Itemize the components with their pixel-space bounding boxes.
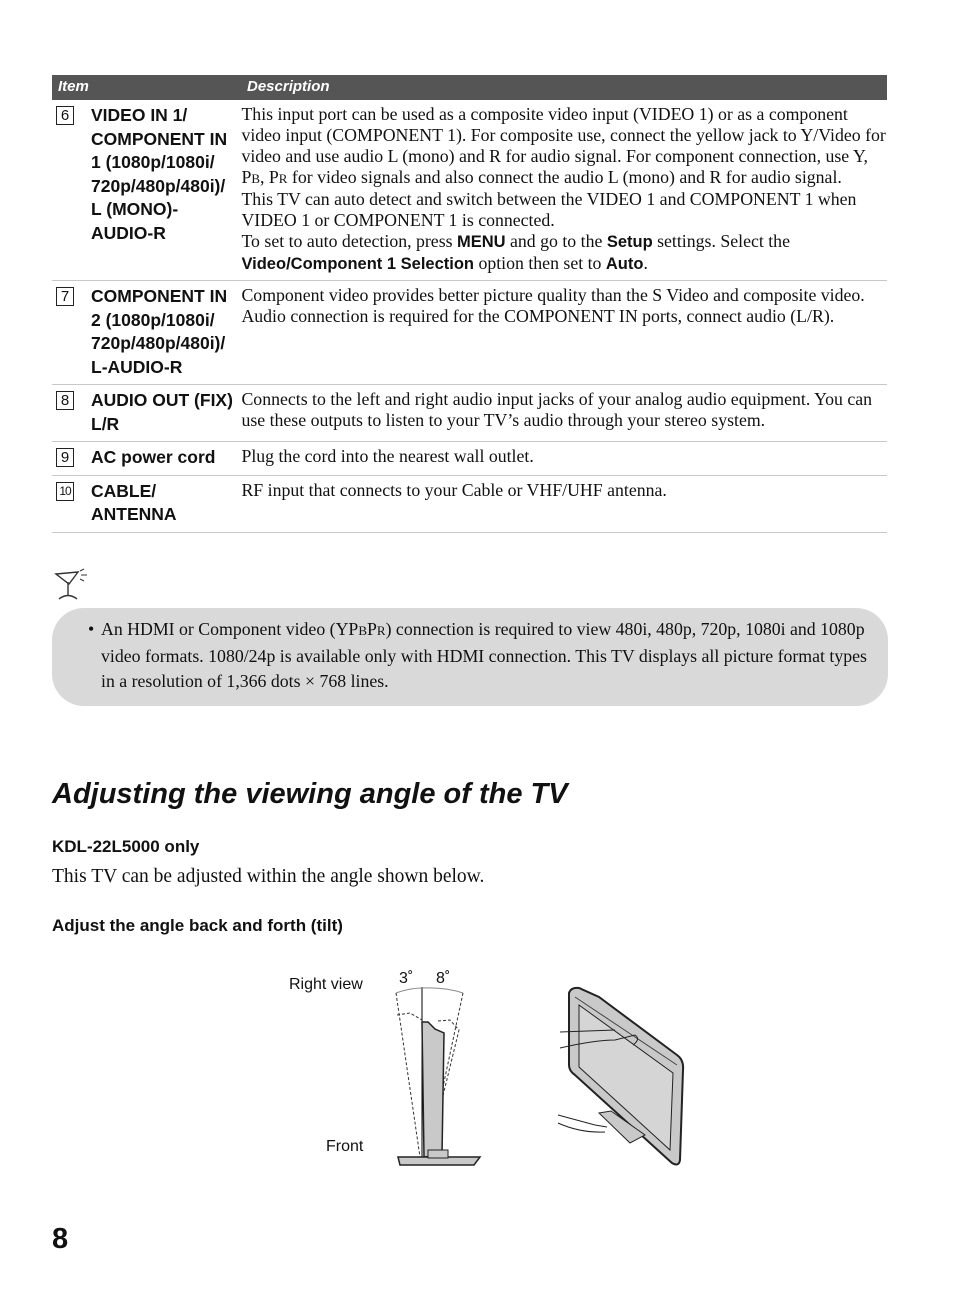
item-name: AC power cord bbox=[91, 447, 216, 467]
description-paragraph: Component video provides better picture … bbox=[241, 285, 887, 306]
item-number: 10 bbox=[56, 481, 74, 501]
item-description: Plug the cord into the nearest wall outl… bbox=[241, 445, 887, 470]
header-item: Item bbox=[58, 78, 89, 95]
item-number: 7 bbox=[56, 287, 74, 306]
item-name: VIDEO IN 1/ COMPONENT IN 1 (1080p/1080i/… bbox=[91, 105, 228, 243]
text-segment: Audio connection is required for the COM… bbox=[241, 306, 835, 326]
subheading: Adjust the angle back and forth (tilt) bbox=[52, 916, 343, 935]
table-row: 8 AUDIO OUT (FIX) L/R Connects to the left… bbox=[52, 385, 887, 442]
right-view-label: Right view bbox=[289, 976, 363, 993]
ui-term: Video/Component 1 Selection bbox=[241, 255, 475, 273]
connections-table: Item Description 6 VIDEO IN 1/ COMPONENT … bbox=[52, 75, 887, 533]
header-description: Description bbox=[247, 78, 330, 95]
description-paragraph: Plug the cord into the nearest wall outl… bbox=[241, 446, 887, 467]
ui-term: Setup bbox=[606, 233, 653, 251]
text-segment: settings. Select the bbox=[652, 231, 790, 251]
text-segment: This TV can auto detect and switch betwe… bbox=[241, 189, 857, 230]
text-segment: An HDMI or Component video (YP bbox=[101, 619, 359, 639]
text-segment: , P bbox=[260, 167, 279, 187]
item-name: COMPONENT IN 2 (1080p/1080i/ 720p/480p/4… bbox=[91, 286, 228, 377]
subscript-letter: B bbox=[358, 623, 367, 638]
tv-tilt-illustration bbox=[557, 986, 685, 1166]
table-row: 10 CABLE/ ANTENNA RF input that connects t… bbox=[52, 476, 887, 533]
tip-text: An HDMI or Component video (YPBPR) conne… bbox=[101, 617, 868, 695]
table-header: Item Description bbox=[52, 75, 887, 100]
item-description: Component video provides better picture … bbox=[241, 284, 887, 379]
ui-term: Auto bbox=[605, 255, 644, 273]
description-paragraph: This input port can be used as a composi… bbox=[241, 104, 887, 189]
text-segment: To set to auto detection, press bbox=[241, 231, 457, 251]
text-segment: Component video provides better picture … bbox=[241, 285, 865, 305]
table-row: 7 COMPONENT IN 2 (1080p/1080i/ 720p/480p/… bbox=[52, 281, 887, 385]
subscript-letter: R bbox=[376, 623, 386, 638]
text-segment: Plug the cord into the nearest wall outl… bbox=[241, 446, 534, 466]
text-segment: and go to the bbox=[505, 231, 607, 251]
text-segment: option then set to bbox=[474, 253, 606, 273]
front-label: Front bbox=[326, 1138, 364, 1155]
table-row: 6 VIDEO IN 1/ COMPONENT IN 1 (1080p/1080i… bbox=[52, 100, 887, 281]
manual-page: Item Description 6 VIDEO IN 1/ COMPONENT … bbox=[0, 0, 954, 1297]
subscript-letter: B bbox=[251, 171, 260, 186]
tip-note: • An HDMI or Component video (YPBPR) con… bbox=[88, 617, 868, 695]
item-name: AUDIO OUT (FIX) L/R bbox=[91, 390, 233, 434]
page-number: 8 bbox=[52, 1223, 69, 1255]
tip-lamp-icon bbox=[54, 568, 87, 600]
table-row: 9 AC power cord Plug the cord into the nea… bbox=[52, 442, 887, 476]
description-paragraph: Audio connection is required for the COM… bbox=[241, 306, 887, 327]
description-paragraph: This TV can auto detect and switch betwe… bbox=[241, 189, 887, 231]
text-segment: for video signals and also connect the a… bbox=[287, 167, 842, 187]
item-description: Connects to the left and right audio inp… bbox=[241, 388, 887, 436]
text-segment: Connects to the left and right audio inp… bbox=[241, 389, 873, 430]
ui-term: MENU bbox=[456, 233, 506, 251]
bullet: • bbox=[88, 619, 95, 639]
text-segment: RF input that connects to your Cable or … bbox=[241, 479, 667, 500]
item-description: This input port can be used as a composi… bbox=[241, 103, 887, 275]
section-title: Adjusting the viewing angle of the TV bbox=[52, 778, 568, 810]
description-paragraph: RF input that connects to your Cable or … bbox=[241, 480, 887, 501]
text-segment: . bbox=[643, 253, 648, 273]
item-number: 8 bbox=[56, 391, 74, 410]
text-segment: P bbox=[367, 619, 377, 639]
intro-text: This TV can be adjusted within the angle… bbox=[52, 866, 485, 887]
item-name: CABLE/ ANTENNA bbox=[91, 480, 177, 525]
item-number: 9 bbox=[56, 448, 74, 467]
item-number: 6 bbox=[56, 106, 74, 125]
description-paragraph: Connects to the left and right audio inp… bbox=[241, 389, 887, 431]
tv-side-view-illustration bbox=[395, 987, 482, 1166]
description-paragraph: To set to auto detection, press MENU and… bbox=[241, 231, 887, 275]
model-note: KDL-22L5000 only bbox=[52, 837, 200, 856]
item-description: RF input that connects to your Cable or … bbox=[241, 479, 887, 527]
